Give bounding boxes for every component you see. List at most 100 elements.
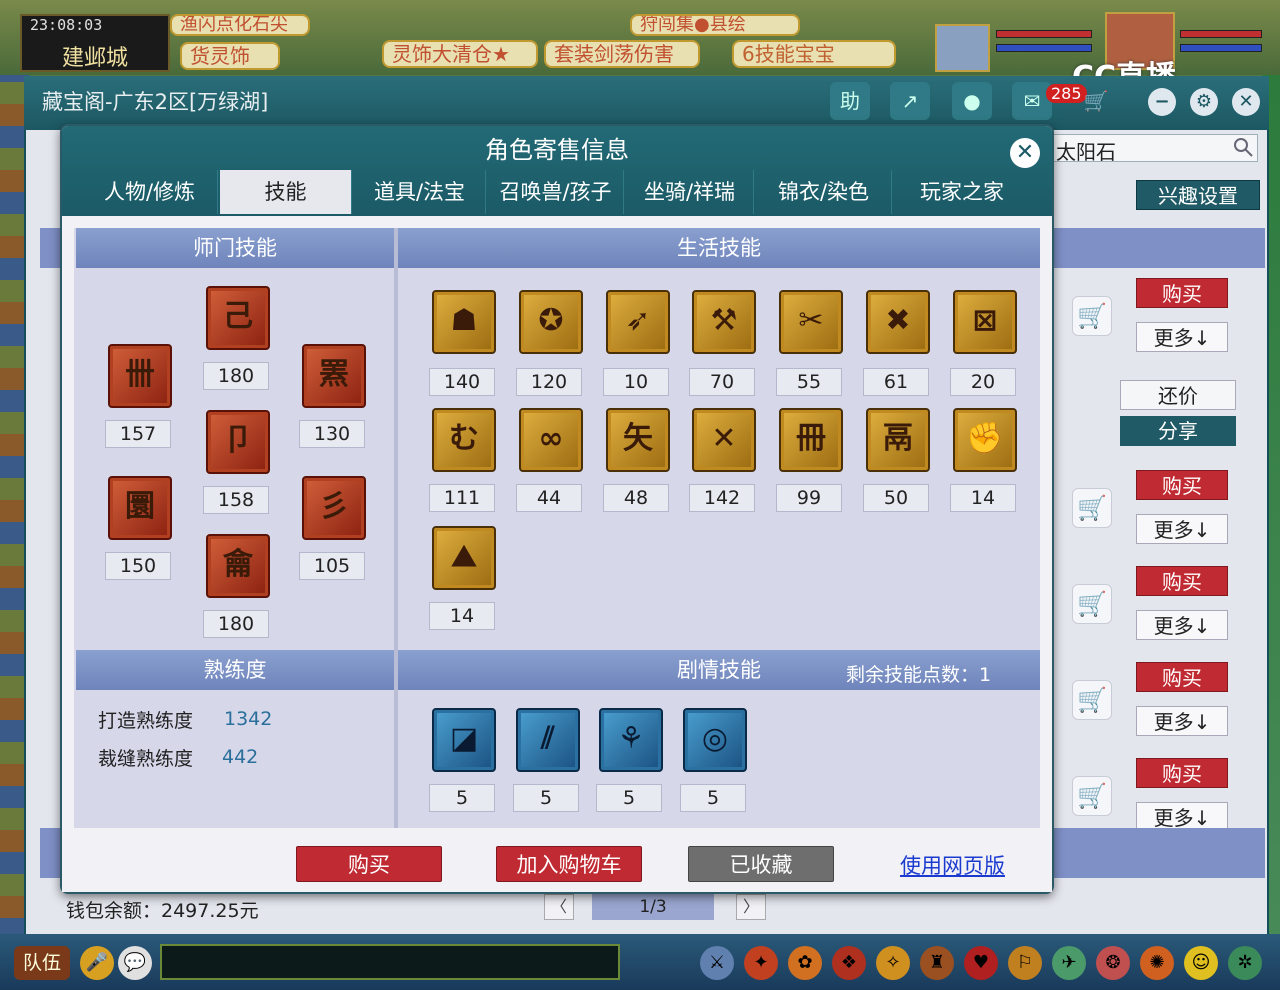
school-skill-icon[interactable]: 圜: [108, 476, 172, 540]
skill-icon[interactable]: ❖: [832, 946, 866, 980]
add-to-cart-button[interactable]: 加入购物车: [496, 846, 642, 882]
settings-gear-icon[interactable]: ⚙: [1190, 88, 1218, 116]
close-window-icon[interactable]: ✕: [1232, 88, 1260, 116]
pet-icon[interactable]: ✿: [788, 946, 822, 980]
skill-level: 150: [105, 552, 171, 580]
life-skill-icon[interactable]: 鬲: [866, 408, 930, 472]
interest-settings-button[interactable]: 兴趣设置: [1136, 180, 1260, 210]
tab-skills[interactable]: 技能: [220, 170, 352, 214]
weapon-icon[interactable]: ⚔: [700, 946, 734, 980]
system-icon[interactable]: ✺: [1140, 946, 1174, 980]
hud-quest-tag[interactable]: 狩闯集●县绘: [630, 14, 800, 36]
hud-quest-tag[interactable]: 灵饰大清仓★: [382, 40, 538, 68]
chat-icon[interactable]: ✉: [1012, 82, 1052, 120]
cart-icon[interactable]: 🛒: [1072, 488, 1112, 528]
life-skill-icon[interactable]: 冊: [779, 408, 843, 472]
life-skill-icon[interactable]: ✪: [519, 290, 583, 354]
school-skill-icon[interactable]: 卌: [108, 344, 172, 408]
tab-outfits[interactable]: 锦衣/染色: [756, 170, 892, 214]
story-skill-icon[interactable]: ⚘: [599, 708, 663, 772]
school-skill-icon[interactable]: 己: [206, 286, 270, 350]
hp-bar: [1180, 30, 1262, 38]
more-button[interactable]: 更多↓: [1136, 322, 1228, 352]
buy-button[interactable]: 购买: [1136, 278, 1228, 308]
tab-pets[interactable]: 召唤兽/孩子: [488, 170, 624, 214]
cart-icon[interactable]: 🛒: [1076, 82, 1116, 120]
friend-icon[interactable]: ♥: [964, 946, 998, 980]
game-clock: 23:08:03: [30, 16, 103, 34]
search-icon[interactable]: [1232, 136, 1254, 158]
trade-icon[interactable]: ⚐: [1008, 946, 1042, 980]
story-skill-icon[interactable]: ⫽: [516, 708, 580, 772]
buy-button[interactable]: 购买: [296, 846, 442, 882]
favorited-button[interactable]: 已收藏: [688, 846, 834, 882]
school-skill-icon[interactable]: 卩: [206, 410, 270, 474]
life-skill-icon[interactable]: ∞: [519, 408, 583, 472]
tab-mounts[interactable]: 坐骑/祥瑞: [626, 170, 754, 214]
map-icon[interactable]: ✈: [1052, 946, 1086, 980]
tab-items[interactable]: 道具/法宝: [354, 170, 486, 214]
buy-button[interactable]: 购买: [1136, 758, 1228, 788]
life-skill-icon[interactable]: 矢: [606, 408, 670, 472]
quest-icon[interactable]: ✧: [876, 946, 910, 980]
microphone-icon[interactable]: 🎤: [80, 946, 114, 980]
story-skill-icon[interactable]: ◎: [683, 708, 747, 772]
city-name: 建邺城: [62, 46, 129, 71]
life-skill-icon[interactable]: ✕: [692, 408, 756, 472]
mp-bar: [1180, 44, 1262, 52]
team-button[interactable]: 队伍: [14, 946, 70, 980]
tab-character[interactable]: 人物/修炼: [82, 170, 218, 214]
next-page-button[interactable]: 〉: [736, 894, 766, 920]
life-skill-icon[interactable]: ☗: [432, 290, 496, 354]
skill-level: 20: [950, 368, 1016, 396]
cart-icon[interactable]: 🛒: [1072, 680, 1112, 720]
buy-button[interactable]: 购买: [1136, 470, 1228, 500]
skill-level: 157: [105, 420, 171, 448]
more-button[interactable]: 更多↓: [1136, 706, 1228, 736]
life-skill-icon[interactable]: ➶: [606, 290, 670, 354]
life-skill-icon[interactable]: ⚒: [692, 290, 756, 354]
more-button[interactable]: 更多↓: [1136, 610, 1228, 640]
section-divider: [394, 228, 398, 828]
bag-icon[interactable]: ✦: [744, 946, 778, 980]
close-icon[interactable]: ✕: [1010, 138, 1040, 168]
bargain-button[interactable]: 还价: [1120, 380, 1236, 410]
share-button[interactable]: 分享: [1120, 416, 1236, 446]
minimize-icon[interactable]: −: [1148, 88, 1176, 116]
life-skill-icon[interactable]: ⊠: [953, 290, 1017, 354]
life-skill-icon[interactable]: ✊: [953, 408, 1017, 472]
share-arrow-icon[interactable]: ↗: [890, 82, 930, 120]
prev-page-button[interactable]: 〈: [544, 894, 574, 920]
cart-icon[interactable]: 🛒: [1072, 584, 1112, 624]
pet-avatar[interactable]: [935, 24, 990, 72]
story-skill-icon[interactable]: ◪: [432, 708, 496, 772]
school-skill-icon[interactable]: 彡: [302, 476, 366, 540]
cart-icon[interactable]: 🛒: [1072, 296, 1112, 336]
chat-bubble-icon[interactable]: 💬: [118, 946, 152, 980]
school-skill-icon[interactable]: 龠: [206, 534, 270, 598]
buy-button[interactable]: 购买: [1136, 566, 1228, 596]
life-skill-icon[interactable]: ⛰: [432, 526, 496, 590]
mall-icon[interactable]: ❂: [1096, 946, 1130, 980]
hud-quest-tag[interactable]: 渔闪点化石尖: [170, 14, 310, 36]
skill-level: 180: [203, 362, 269, 390]
more-button[interactable]: 更多↓: [1136, 514, 1228, 544]
school-skill-icon[interactable]: 罴: [302, 344, 366, 408]
cart-icon[interactable]: 🛒: [1072, 776, 1112, 816]
hud-quest-tag[interactable]: 货灵饰: [180, 42, 280, 70]
skill-level: 5: [429, 784, 495, 812]
emote-icon[interactable]: ☺: [1184, 946, 1218, 980]
tab-home[interactable]: 玩家之家: [894, 170, 1030, 214]
hud-quest-tag[interactable]: 套装剑荡伤害: [544, 40, 700, 68]
life-skill-icon[interactable]: ✂: [779, 290, 843, 354]
web-version-link[interactable]: 使用网页版: [900, 850, 1005, 880]
life-skill-icon[interactable]: む: [432, 408, 496, 472]
record-icon[interactable]: ●: [952, 82, 992, 120]
buy-button[interactable]: 购买: [1136, 662, 1228, 692]
help-button[interactable]: 助: [830, 82, 870, 120]
guild-icon[interactable]: ♜: [920, 946, 954, 980]
hud-quest-tag[interactable]: 6技能宝宝: [732, 40, 896, 68]
life-skill-icon[interactable]: ✖: [866, 290, 930, 354]
menu-icon[interactable]: ✲: [1228, 946, 1262, 980]
chat-input[interactable]: [160, 944, 620, 980]
